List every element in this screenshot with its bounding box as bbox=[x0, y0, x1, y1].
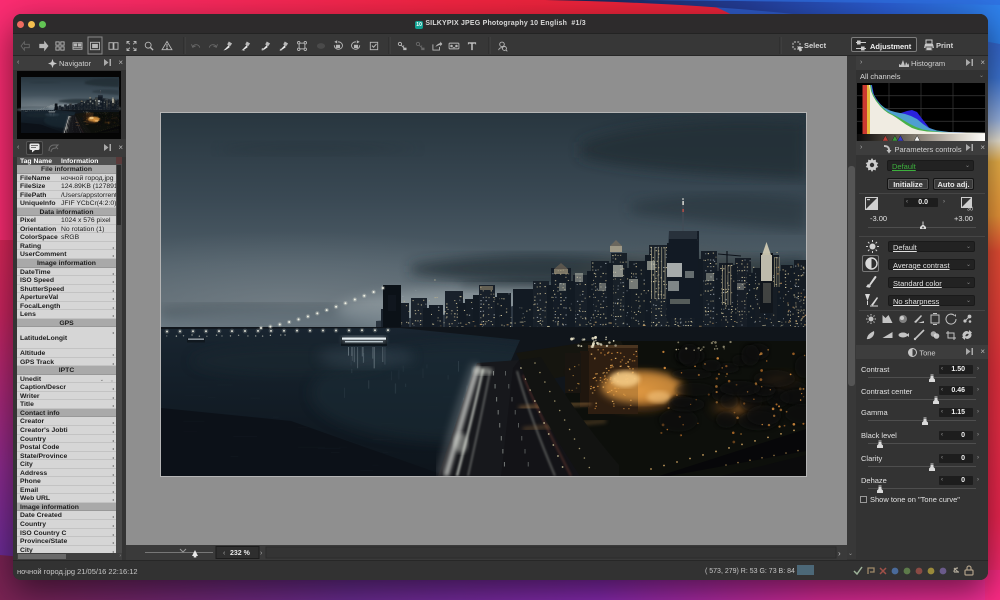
svg-text:30: 30 bbox=[967, 207, 973, 212]
svg-text:›: › bbox=[260, 550, 263, 557]
svg-text:›: › bbox=[838, 549, 841, 558]
svg-text:232 %: 232 % bbox=[230, 550, 251, 557]
